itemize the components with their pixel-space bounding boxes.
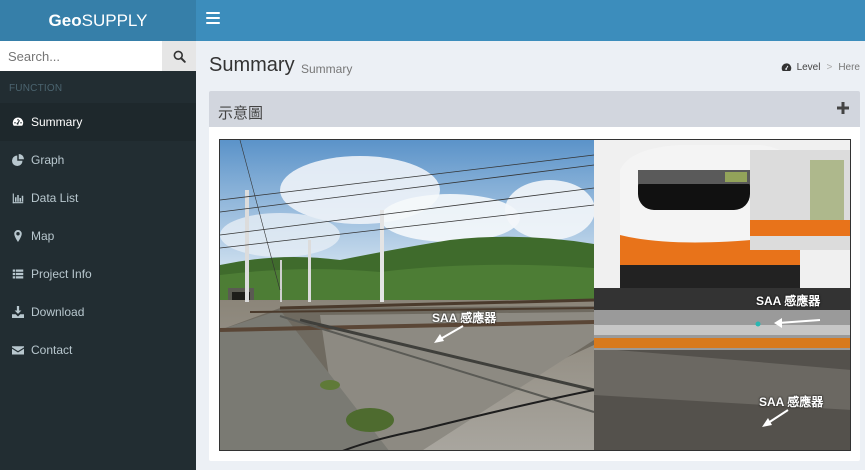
saa-sensor-label-right-bottom: SAA 感應器 [759, 395, 824, 409]
sidebar-item-download[interactable]: Download [0, 293, 196, 331]
dashboard-icon [781, 63, 791, 71]
breadcrumb-current: Here [838, 62, 860, 73]
sidebar-item-contact[interactable]: Contact [0, 331, 196, 369]
plus-icon[interactable] [836, 101, 850, 115]
sidebar-toggle-bars-icon[interactable] [206, 12, 220, 26]
box-title: 示意圖 [218, 105, 264, 122]
bar-chart-icon [11, 191, 25, 205]
sidebar-item-label: Data List [31, 191, 79, 205]
schematic-figure: SAA 感應器 SAA 感應器 SAA 感應器 [219, 139, 851, 451]
envelope-icon [11, 343, 25, 357]
sidebar-item-map[interactable]: Map [0, 217, 196, 255]
sidebar-item-label: Map [31, 229, 55, 243]
dashboard-icon [11, 115, 25, 129]
sidebar-item-label: Download [31, 305, 85, 319]
logo-bold: Geo [48, 10, 82, 30]
map-marker-icon [11, 229, 25, 243]
sidebar-item-project-info[interactable]: Project Info [0, 255, 196, 293]
breadcrumb-separator: > [826, 62, 833, 73]
top-navbar [196, 0, 865, 41]
sidebar-item-data-list[interactable]: Data List [0, 179, 196, 217]
search-button[interactable] [162, 41, 196, 71]
pie-chart-icon [11, 153, 25, 167]
logo-rest: SUPPLY [81, 10, 148, 30]
sidebar-item-graph[interactable]: Graph [0, 141, 196, 179]
diagram-box: 示意圖 SAA 感應器 SAA 感應器 SAA 感應器 [209, 91, 860, 461]
sidebar-item-label: Contact [31, 343, 73, 357]
page-subtitle: Summary [301, 62, 353, 76]
sidebar-item-label: Graph [31, 153, 65, 167]
breadcrumb: Level > Here [781, 62, 860, 73]
download-icon [11, 305, 25, 319]
search-input[interactable] [0, 41, 162, 71]
sidebar: FUNCTION Summary Graph Data List Map [0, 41, 196, 470]
sidebar-section-label: FUNCTION [9, 83, 63, 94]
breadcrumb-level-link[interactable]: Level [797, 62, 821, 73]
sidebar-item-label: Project Info [31, 267, 92, 281]
sidebar-menu: Summary Graph Data List Map Project Info [0, 103, 196, 369]
sidebar-search [0, 41, 196, 71]
box-header: 示意圖 [209, 94, 860, 127]
list-icon [11, 267, 25, 281]
app-logo[interactable]: Geo SUPPLY [0, 0, 196, 41]
page-title: Summary [209, 54, 295, 76]
search-icon [173, 50, 186, 63]
sidebar-item-summary[interactable]: Summary [0, 103, 196, 141]
saa-sensor-label-left: SAA 感應器 [432, 311, 497, 325]
sidebar-item-label: Summary [31, 115, 83, 129]
saa-sensor-label-right-top: SAA 感應器 [756, 294, 821, 308]
